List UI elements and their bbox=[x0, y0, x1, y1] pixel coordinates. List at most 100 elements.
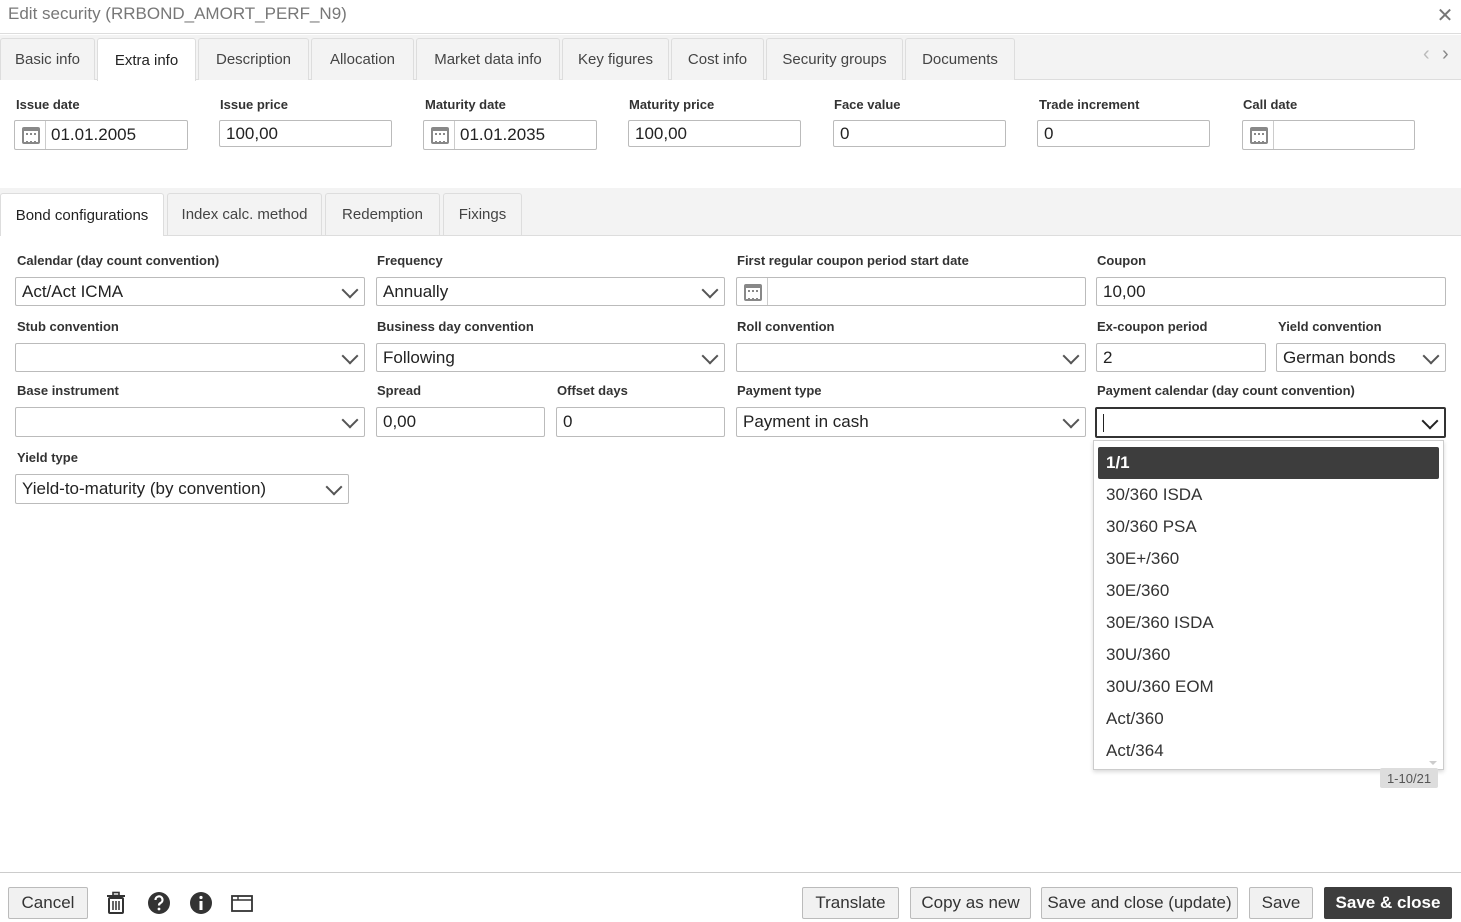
cancel-button[interactable]: Cancel bbox=[8, 887, 88, 919]
tab-basic-info[interactable]: Basic info bbox=[0, 38, 95, 80]
roll-convention-label: Roll convention bbox=[737, 319, 835, 334]
coupon-label: Coupon bbox=[1097, 253, 1147, 268]
business-day-convention-label: Business day convention bbox=[377, 319, 534, 334]
tab-key-figures[interactable]: Key figures bbox=[562, 38, 669, 80]
info-icon[interactable] bbox=[188, 890, 214, 916]
first-regular-coupon-label: First regular coupon period start date bbox=[737, 253, 969, 268]
yield-type-value: Yield-to-maturity (by convention) bbox=[22, 479, 267, 498]
scroll-down-icon[interactable] bbox=[1429, 761, 1437, 765]
tab-documents[interactable]: Documents bbox=[905, 38, 1015, 80]
chevron-down-icon bbox=[341, 281, 359, 299]
subtab-index-calc-method[interactable]: Index calc. method bbox=[167, 193, 322, 235]
payment-calendar-select[interactable] bbox=[1095, 407, 1446, 438]
subtab-bond-configurations[interactable]: Bond configurations bbox=[0, 193, 164, 236]
yield-type-select[interactable]: Yield-to-maturity (by convention) bbox=[15, 474, 349, 504]
calendar-icon[interactable] bbox=[431, 127, 449, 144]
dropdown-option[interactable]: 30U/360 bbox=[1098, 639, 1439, 671]
text-caret bbox=[1103, 413, 1104, 432]
window-icon[interactable] bbox=[229, 890, 255, 916]
maturity-date-field[interactable]: 01.01.2035 bbox=[423, 120, 597, 150]
dialog-footer: Cancel Translate Copy as new Save and cl… bbox=[0, 872, 1461, 922]
save-and-close-update-button[interactable]: Save and close (update) bbox=[1041, 887, 1238, 919]
base-instrument-select[interactable] bbox=[15, 407, 365, 437]
dialog-title: Edit security (RRBOND_AMORT_PERF_N9) bbox=[8, 4, 347, 23]
chevron-down-icon bbox=[1421, 412, 1439, 430]
tab-market-data-info[interactable]: Market data info bbox=[416, 38, 560, 80]
save-and-close-button[interactable]: Save & close bbox=[1324, 887, 1452, 919]
chevron-down-icon bbox=[701, 347, 719, 365]
ex-coupon-period-field[interactable]: 2 bbox=[1096, 343, 1266, 372]
dropdown-option[interactable]: 30/360 PSA bbox=[1098, 511, 1439, 543]
chevron-down-icon bbox=[1422, 347, 1440, 365]
dropdown-option[interactable]: 30E/360 ISDA bbox=[1098, 607, 1439, 639]
dropdown-option[interactable]: 30E+/360 bbox=[1098, 543, 1439, 575]
calendar-value: Act/Act ICMA bbox=[22, 281, 124, 301]
divider bbox=[45, 121, 46, 149]
dropdown-option[interactable]: 1/1 bbox=[1098, 447, 1439, 479]
yield-convention-label: Yield convention bbox=[1278, 319, 1382, 334]
calendar-icon[interactable] bbox=[22, 127, 40, 144]
tab-description[interactable]: Description bbox=[198, 38, 309, 80]
dropdown-option[interactable]: Act/364 bbox=[1098, 735, 1439, 767]
offset-days-label: Offset days bbox=[557, 383, 628, 398]
stub-convention-select[interactable] bbox=[15, 343, 365, 372]
issue-date-value: 01.01.2005 bbox=[51, 125, 137, 144]
coupon-field[interactable]: 10,00 bbox=[1096, 277, 1446, 306]
offset-days-field[interactable]: 0 bbox=[556, 407, 725, 437]
dropdown-option[interactable]: 30U/360 EOM bbox=[1098, 671, 1439, 703]
first-regular-coupon-field[interactable] bbox=[736, 277, 1086, 306]
call-date-label: Call date bbox=[1243, 97, 1298, 112]
frequency-select[interactable]: Annually bbox=[376, 277, 725, 306]
issue-date-field[interactable]: 01.01.2005 bbox=[14, 120, 188, 150]
spread-field[interactable]: 0,00 bbox=[376, 407, 545, 437]
stub-convention-label: Stub convention bbox=[17, 319, 119, 334]
frequency-label: Frequency bbox=[377, 253, 443, 268]
dialog-titlebar: Edit security (RRBOND_AMORT_PERF_N9) ✕ bbox=[0, 0, 1461, 34]
payment-type-select[interactable]: Payment in cash bbox=[736, 407, 1086, 437]
payment-type-label: Payment type bbox=[737, 383, 822, 398]
roll-convention-select[interactable] bbox=[736, 343, 1086, 372]
tab-cost-info[interactable]: Cost info bbox=[671, 38, 764, 80]
tab-security-groups[interactable]: Security groups bbox=[766, 38, 903, 80]
tab-allocation[interactable]: Allocation bbox=[311, 38, 414, 80]
close-icon[interactable]: ✕ bbox=[1435, 3, 1455, 27]
calendar-icon[interactable] bbox=[744, 284, 762, 301]
dropdown-option[interactable]: 30E/360 bbox=[1098, 575, 1439, 607]
ex-coupon-period-label: Ex-coupon period bbox=[1097, 319, 1208, 334]
calendar-select[interactable]: Act/Act ICMA bbox=[15, 277, 365, 306]
dropdown-option[interactable]: Act/360 bbox=[1098, 703, 1439, 735]
tab-extra-info[interactable]: Extra info bbox=[97, 38, 196, 81]
issue-price-label: Issue price bbox=[220, 97, 288, 112]
business-day-convention-value: Following bbox=[383, 347, 455, 367]
call-date-field[interactable] bbox=[1242, 120, 1415, 150]
payment-calendar-dropdown[interactable]: 1/1 30/360 ISDA 30/360 PSA 30E+/360 30E/… bbox=[1093, 440, 1444, 770]
face-value-field[interactable]: 0 bbox=[833, 120, 1006, 147]
divider bbox=[454, 121, 455, 149]
business-day-convention-select[interactable]: Following bbox=[376, 343, 725, 372]
dropdown-option[interactable]: 30/360 ISDA bbox=[1098, 479, 1439, 511]
chevron-down-icon bbox=[701, 281, 719, 299]
help-icon[interactable] bbox=[146, 890, 172, 916]
yield-convention-select[interactable]: German bonds bbox=[1276, 343, 1446, 372]
chevron-down-icon bbox=[1062, 347, 1080, 365]
divider bbox=[767, 278, 768, 305]
trade-increment-field[interactable]: 0 bbox=[1037, 120, 1210, 147]
calendar-icon[interactable] bbox=[1250, 127, 1268, 144]
subtab-redemption[interactable]: Redemption bbox=[325, 193, 440, 235]
chevron-down-icon bbox=[325, 478, 343, 496]
trash-icon[interactable] bbox=[103, 890, 129, 916]
payment-type-value: Payment in cash bbox=[743, 412, 869, 431]
subtab-bar: Bond configurations Index calc. method R… bbox=[0, 188, 1461, 236]
tab-next-icon[interactable]: › bbox=[1442, 43, 1449, 66]
subtab-fixings[interactable]: Fixings bbox=[443, 193, 522, 235]
issue-price-field[interactable]: 100,00 bbox=[219, 120, 392, 147]
copy-as-new-button[interactable]: Copy as new bbox=[910, 887, 1031, 919]
maturity-price-field[interactable]: 100,00 bbox=[628, 120, 801, 147]
tab-prev-icon[interactable]: ‹ bbox=[1423, 43, 1430, 66]
translate-button[interactable]: Translate bbox=[802, 887, 899, 919]
spread-label: Spread bbox=[377, 383, 422, 398]
chevron-down-icon bbox=[341, 411, 359, 429]
save-button[interactable]: Save bbox=[1249, 887, 1313, 919]
calendar-label: Calendar (day count convention) bbox=[17, 253, 220, 268]
base-instrument-label: Base instrument bbox=[17, 383, 119, 398]
